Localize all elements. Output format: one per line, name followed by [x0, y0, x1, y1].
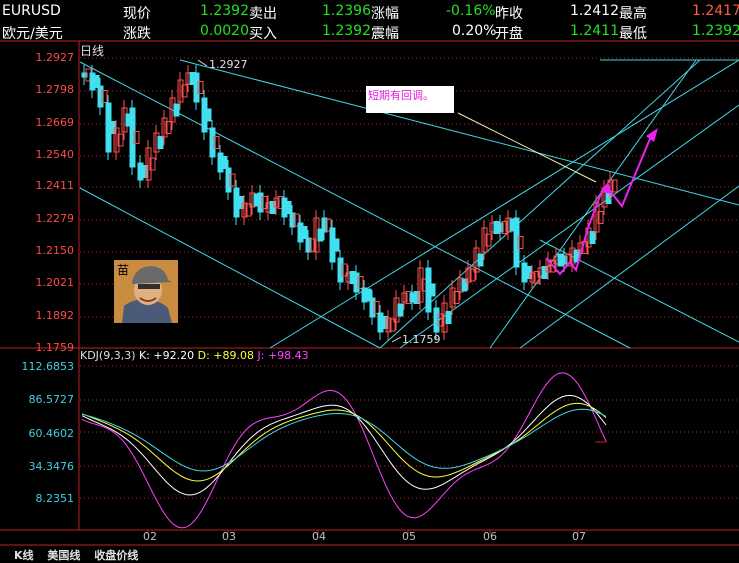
kdj-j-value: J: +98.43 — [257, 349, 309, 362]
value-low: 1.2392 — [692, 23, 739, 39]
candle-body — [333, 238, 340, 252]
candle-body — [589, 231, 596, 244]
avatar-label: 苗 — [117, 263, 130, 277]
x-tick: 05 — [402, 530, 416, 543]
low-marker: 1.1759 — [402, 333, 441, 346]
tab-close-line[interactable]: 收盘价线 — [94, 549, 138, 562]
candle-body — [285, 201, 292, 214]
price-tick: 1.2411 — [35, 179, 75, 192]
price-tick: 1.2279 — [35, 212, 75, 225]
kdj-d-value: D: +89.08 — [197, 349, 255, 362]
forecast-arrowhead — [646, 128, 658, 142]
kdj-tick: 34.3476 — [28, 460, 75, 473]
bottom-tabs: K线 美国线 收盘价线 — [14, 547, 148, 563]
value-change-pct: -0.16% — [446, 3, 496, 19]
label-open: 开盘 — [495, 26, 523, 42]
price-tick: 1.2927 — [35, 51, 75, 64]
kdj-header: KDJ(9,3,3) K: +92.20 D: +89.08 J: +98.43 — [80, 349, 309, 362]
period-label: 日线 — [80, 44, 105, 58]
candle-body — [445, 311, 452, 324]
label-amplitude: 震幅 — [371, 26, 399, 42]
label-change-pct: 涨幅 — [371, 6, 399, 22]
kdj-tick: 86.5727 — [28, 393, 75, 406]
kdj-ma-line — [81, 408, 607, 472]
x-tick: 02 — [143, 530, 157, 543]
candle-body — [221, 156, 228, 169]
tab-kline[interactable]: K线 — [14, 549, 34, 562]
value-bid: 1.2392 — [322, 23, 371, 39]
candle-body — [397, 303, 404, 317]
value-amplitude: 0.20% — [452, 23, 497, 39]
candle-body — [157, 136, 164, 149]
label-ask: 卖出 — [249, 6, 277, 22]
price-tick: 1.1759 — [35, 341, 75, 354]
label-change: 涨跌 — [123, 26, 151, 42]
x-tick: 06 — [483, 530, 497, 543]
price-tick: 1.2150 — [35, 244, 75, 257]
trend-channel-line — [489, 59, 697, 349]
label-prev-close: 昨收 — [495, 6, 523, 22]
symbol-name: 欧元/美元 — [2, 26, 63, 42]
label-low: 最低 — [619, 26, 647, 42]
low-marker-line — [391, 336, 402, 343]
price-tick: 1.1892 — [35, 309, 75, 322]
trend-channel-line — [269, 59, 739, 349]
kdj-title: KDJ(9,3,3) — [80, 349, 136, 362]
label-high: 最高 — [619, 6, 647, 22]
price-tick: 1.2798 — [35, 83, 75, 96]
high-marker: 1.2927 — [209, 58, 248, 71]
value-high: 1.2417 — [692, 3, 739, 19]
kdj-tick: 8.2351 — [35, 492, 75, 505]
value-prev-close: 1.2412 — [570, 3, 619, 19]
annotation-box[interactable]: 短期有回调。 — [366, 86, 454, 113]
kdj-k-value: K: +92.20 — [139, 349, 195, 362]
tab-us-line[interactable]: 美国线 — [47, 549, 80, 562]
candle-body — [301, 226, 308, 239]
label-last: 现价 — [123, 6, 151, 22]
chart-canvas[interactable] — [0, 0, 739, 563]
kdj-tick: 60.4602 — [28, 427, 75, 440]
symbol-code: EURUSD — [2, 3, 61, 19]
value-last: 1.2392 — [200, 3, 249, 19]
x-tick: 03 — [222, 530, 236, 543]
kdj-d-line — [81, 402, 607, 482]
x-tick: 04 — [312, 530, 326, 543]
candle-body — [205, 108, 212, 122]
avatar: 苗 — [114, 260, 178, 323]
candle-body — [477, 253, 484, 267]
annotation-pointer — [457, 112, 597, 183]
kdj-j-line — [81, 372, 607, 529]
value-change: 0.0020 — [200, 23, 249, 39]
kdj-tick: 112.6853 — [21, 360, 75, 373]
candle-body — [173, 103, 180, 117]
label-bid: 买入 — [249, 26, 277, 42]
x-tick: 07 — [572, 530, 586, 543]
value-open: 1.2411 — [570, 23, 619, 39]
price-tick: 1.2669 — [35, 116, 75, 129]
candle-body — [429, 283, 436, 297]
price-tick: 1.2021 — [35, 276, 75, 289]
annotation-text: 短期有回调。 — [368, 89, 434, 102]
price-tick: 1.2540 — [35, 148, 75, 161]
value-ask: 1.2396 — [322, 3, 371, 19]
